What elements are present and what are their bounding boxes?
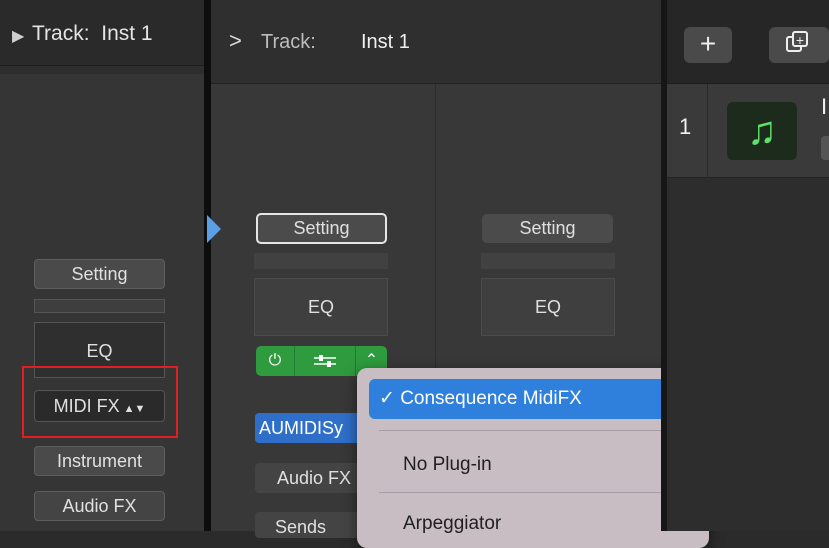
menu-item-arpeggiator[interactable]: Arpeggiator xyxy=(403,513,501,535)
left-audio-fx-slot[interactable]: Audio FX xyxy=(34,491,165,521)
disclosure-triangle-icon[interactable]: ▶ xyxy=(12,26,24,46)
left-inspector-panel: ▶ Track: Inst 1 Setting EQ MIDI FX ▲▼ Ins… xyxy=(0,0,204,531)
left-empty-slot[interactable] xyxy=(34,299,165,313)
duplicate-track-button[interactable]: + xyxy=(769,27,829,63)
channel1-empty-slot[interactable] xyxy=(254,253,388,269)
track-name: Inst 1 xyxy=(361,31,410,53)
menu-item-consequence-midifx[interactable]: ✓ Consequence MidiFX xyxy=(369,379,699,419)
left-instrument-slot[interactable]: Instrument xyxy=(34,446,165,476)
left-track-header[interactable]: ▶ Track: Inst 1 xyxy=(0,0,204,66)
plus-icon: + xyxy=(792,31,808,48)
track-number: 1 xyxy=(679,114,692,139)
selection-pointer-icon xyxy=(207,215,221,243)
track-control-button[interactable] xyxy=(821,136,829,160)
power-icon[interactable]: ⏻ xyxy=(256,346,294,376)
menu-divider xyxy=(379,492,689,493)
tracks-header: + + xyxy=(667,0,829,84)
chevron-right-icon[interactable]: > xyxy=(229,28,242,54)
music-note-icon[interactable]: ♫ xyxy=(727,102,797,160)
channel1-eq-slot[interactable]: EQ xyxy=(254,278,388,336)
channel2-empty-slot[interactable] xyxy=(481,253,615,269)
plugin-popup-menu: ✓ Consequence MidiFX No Plug-in Arpeggia… xyxy=(357,368,709,548)
tracks-area: + + 1 ♫ I xyxy=(667,0,829,531)
channel1-setting-button[interactable]: Setting xyxy=(256,213,387,244)
menu-item-no-plugin[interactable]: No Plug-in xyxy=(403,454,492,476)
channel2-eq-slot[interactable]: EQ xyxy=(481,278,615,336)
add-track-button[interactable]: + xyxy=(684,27,732,63)
middle-track-header[interactable]: > Track: Inst 1 xyxy=(211,0,661,84)
track-name: I xyxy=(821,94,828,119)
header-divider xyxy=(0,66,204,74)
highlight-annotation-box xyxy=(22,366,178,438)
sliders-icon[interactable] xyxy=(294,346,356,376)
track-label: Track: xyxy=(261,31,316,53)
menu-divider xyxy=(379,430,689,431)
left-setting-button[interactable]: Setting xyxy=(34,259,165,289)
channel2-setting-button[interactable]: Setting xyxy=(482,214,613,243)
panel-separator xyxy=(204,0,211,531)
track-row[interactable]: 1 ♫ I xyxy=(667,84,829,178)
track-number-divider xyxy=(707,84,708,178)
left-track-title: Track: Inst 1 xyxy=(32,22,153,45)
